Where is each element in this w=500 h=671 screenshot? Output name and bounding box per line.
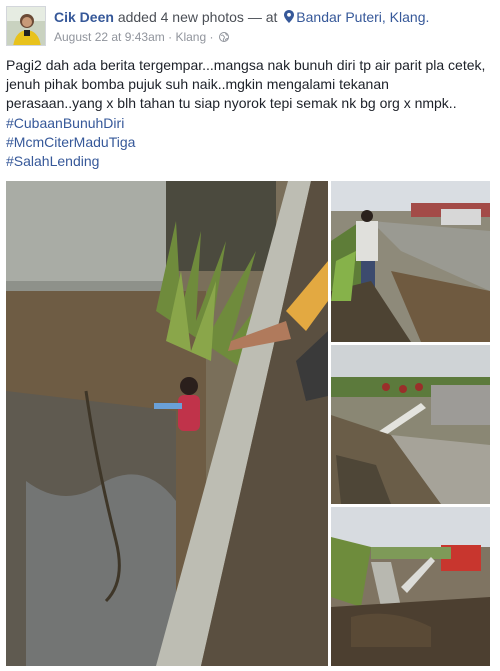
hashtag-link[interactable]: #CubaanBunuhDiri <box>6 114 135 133</box>
location-name: Bandar Puteri, Klang. <box>296 9 430 25</box>
photo-firemen-ladder[interactable] <box>331 345 490 504</box>
author-name[interactable]: Cik Deen <box>54 9 114 25</box>
meta-dot: · <box>209 30 214 44</box>
post-header-line: Cik Deen added 4 new photos — at Bandar … <box>54 9 429 26</box>
hashtag-link[interactable]: #McmCiterMaduTiga <box>6 133 135 152</box>
at-separator: — at <box>247 9 278 25</box>
post-meta: August 22 at 9:43am · Klang · <box>54 30 229 45</box>
hashtag-link[interactable]: #SalahLending <box>6 152 135 171</box>
post-message: Pagi2 dah ada berita tergempar...mangsa … <box>6 57 486 111</box>
avatar[interactable] <box>6 6 46 46</box>
location-link[interactable]: Bandar Puteri, Klang. <box>281 9 429 25</box>
post-header: Cik Deen added 4 new photos — at Bandar … <box>6 6 494 46</box>
globe-icon[interactable] <box>218 32 229 42</box>
hashtag-list: #CubaanBunuhDiri #McmCiterMaduTiga #Sala… <box>6 114 135 171</box>
photo-fire-truck-scene[interactable] <box>331 507 490 666</box>
post-place[interactable]: Klang <box>175 30 206 44</box>
photo-woman-in-drain[interactable] <box>6 181 328 666</box>
meta-dot: · <box>168 30 173 44</box>
post-date[interactable]: August 22 at 9:43am <box>54 30 165 44</box>
photo-crowd-by-drain[interactable] <box>331 181 490 342</box>
post-action: added 4 new photos <box>117 9 244 25</box>
map-pin-icon <box>284 10 295 23</box>
post-body: Pagi2 dah ada berita tergempar...mangsa … <box>6 56 486 113</box>
